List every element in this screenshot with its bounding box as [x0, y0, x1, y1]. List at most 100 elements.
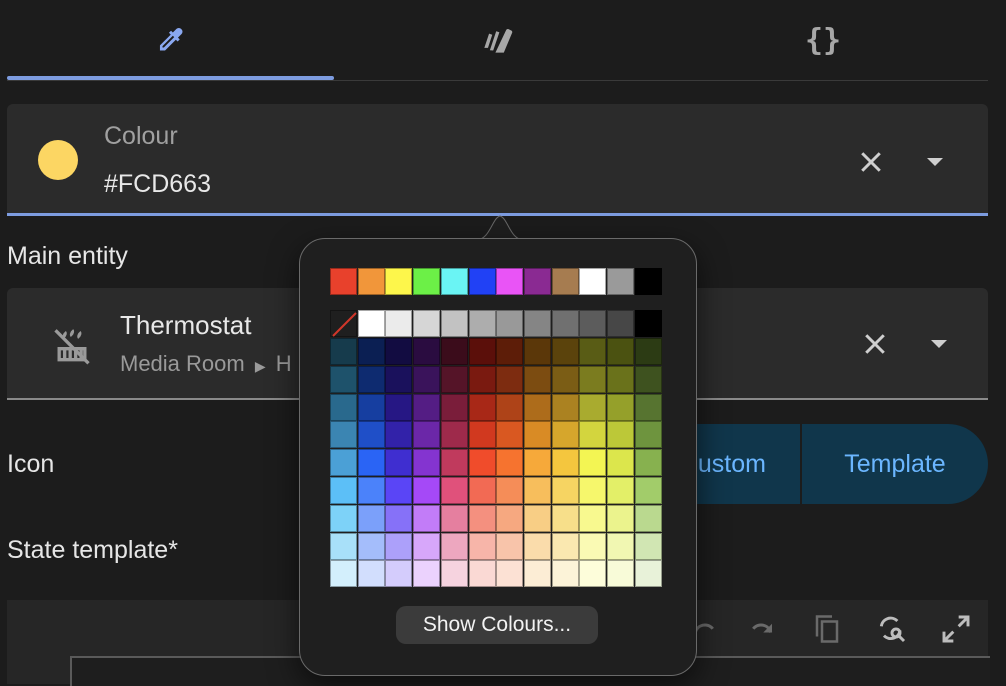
- grid-color-swatch[interactable]: [468, 504, 496, 532]
- grid-color-swatch[interactable]: [523, 393, 551, 421]
- grid-color-swatch[interactable]: [440, 560, 468, 588]
- grid-color-swatch[interactable]: [579, 477, 607, 504]
- grid-color-swatch[interactable]: [330, 338, 357, 365]
- grid-color-swatch[interactable]: [413, 449, 441, 477]
- grid-color-swatch[interactable]: [607, 532, 634, 560]
- grid-color-swatch[interactable]: [413, 393, 441, 421]
- redo-icon[interactable]: [744, 612, 780, 648]
- grid-color-swatch[interactable]: [413, 560, 441, 588]
- grid-color-swatch[interactable]: [357, 560, 385, 588]
- grid-color-swatch[interactable]: [634, 393, 662, 421]
- grid-color-swatch[interactable]: [468, 393, 496, 421]
- grid-color-swatch[interactable]: [579, 421, 607, 449]
- grid-color-swatch[interactable]: [523, 504, 551, 532]
- grid-color-swatch[interactable]: [551, 338, 579, 365]
- grid-color-swatch[interactable]: [551, 504, 579, 532]
- grid-color-swatch[interactable]: [413, 504, 441, 532]
- grid-color-swatch[interactable]: [385, 560, 413, 588]
- grid-color-swatch[interactable]: [413, 532, 441, 560]
- grid-color-swatch[interactable]: [579, 560, 607, 588]
- grid-color-swatch[interactable]: [468, 338, 496, 365]
- grid-color-swatch[interactable]: [468, 449, 496, 477]
- grid-color-swatch[interactable]: [496, 449, 524, 477]
- grid-color-swatch[interactable]: [385, 449, 413, 477]
- gray-color-swatch[interactable]: [551, 310, 579, 337]
- basic-color-swatch[interactable]: [523, 268, 551, 295]
- grid-color-swatch[interactable]: [385, 477, 413, 504]
- grid-color-swatch[interactable]: [607, 560, 634, 588]
- grid-color-swatch[interactable]: [330, 365, 357, 393]
- grid-color-swatch[interactable]: [634, 504, 662, 532]
- grid-color-swatch[interactable]: [413, 365, 441, 393]
- grid-color-swatch[interactable]: [579, 504, 607, 532]
- grid-color-swatch[interactable]: [357, 393, 385, 421]
- grid-color-swatch[interactable]: [468, 560, 496, 588]
- tab-style[interactable]: [334, 0, 660, 80]
- grid-color-swatch[interactable]: [579, 338, 607, 365]
- grid-color-swatch[interactable]: [551, 477, 579, 504]
- grid-color-swatch[interactable]: [634, 477, 662, 504]
- gray-color-swatch[interactable]: [496, 310, 524, 337]
- grid-color-swatch[interactable]: [551, 560, 579, 588]
- grid-color-swatch[interactable]: [551, 421, 579, 449]
- copy-icon[interactable]: [808, 610, 846, 648]
- grid-color-swatch[interactable]: [357, 365, 385, 393]
- grid-color-swatch[interactable]: [551, 532, 579, 560]
- grid-color-swatch[interactable]: [496, 532, 524, 560]
- grid-color-swatch[interactable]: [523, 421, 551, 449]
- grid-color-swatch[interactable]: [385, 365, 413, 393]
- basic-color-swatch[interactable]: [607, 268, 634, 295]
- grid-color-swatch[interactable]: [330, 477, 357, 504]
- grid-color-swatch[interactable]: [468, 421, 496, 449]
- grid-color-swatch[interactable]: [607, 449, 634, 477]
- basic-color-swatch[interactable]: [496, 268, 524, 295]
- grid-color-swatch[interactable]: [440, 449, 468, 477]
- grid-color-swatch[interactable]: [357, 338, 385, 365]
- grid-color-swatch[interactable]: [385, 421, 413, 449]
- grid-color-swatch[interactable]: [496, 365, 524, 393]
- fullscreen-icon[interactable]: [936, 610, 976, 648]
- grid-color-swatch[interactable]: [385, 504, 413, 532]
- grid-color-swatch[interactable]: [551, 365, 579, 393]
- grid-color-swatch[interactable]: [634, 338, 662, 365]
- colour-field[interactable]: Colour #FCD663: [7, 104, 988, 216]
- grid-color-swatch[interactable]: [330, 393, 357, 421]
- grid-color-swatch[interactable]: [468, 365, 496, 393]
- grid-color-swatch[interactable]: [440, 504, 468, 532]
- grid-color-swatch[interactable]: [357, 421, 385, 449]
- grid-color-swatch[interactable]: [357, 504, 385, 532]
- grid-color-swatch[interactable]: [496, 393, 524, 421]
- grid-color-swatch[interactable]: [634, 365, 662, 393]
- grid-color-swatch[interactable]: [385, 393, 413, 421]
- grid-color-swatch[interactable]: [440, 477, 468, 504]
- tab-color-picker[interactable]: [7, 0, 333, 80]
- grid-color-swatch[interactable]: [440, 338, 468, 365]
- grid-color-swatch[interactable]: [496, 477, 524, 504]
- grid-color-swatch[interactable]: [579, 449, 607, 477]
- gray-color-swatch[interactable]: [607, 310, 634, 337]
- search-replace-icon[interactable]: [872, 610, 912, 648]
- grid-color-swatch[interactable]: [523, 449, 551, 477]
- grid-color-swatch[interactable]: [496, 560, 524, 588]
- grid-color-swatch[interactable]: [385, 338, 413, 365]
- grid-color-swatch[interactable]: [413, 477, 441, 504]
- show-colours-button[interactable]: Show Colours...: [396, 606, 598, 644]
- grid-color-swatch[interactable]: [607, 504, 634, 532]
- grid-color-swatch[interactable]: [579, 365, 607, 393]
- grid-color-swatch[interactable]: [607, 365, 634, 393]
- grid-color-swatch[interactable]: [440, 421, 468, 449]
- chevron-down-icon[interactable]: [921, 326, 957, 362]
- grid-color-swatch[interactable]: [523, 532, 551, 560]
- gray-color-swatch[interactable]: [413, 310, 441, 337]
- tab-code[interactable]: {}: [660, 0, 986, 80]
- grid-color-swatch[interactable]: [551, 449, 579, 477]
- grid-color-swatch[interactable]: [413, 338, 441, 365]
- grid-color-swatch[interactable]: [607, 477, 634, 504]
- grid-color-swatch[interactable]: [330, 504, 357, 532]
- basic-color-swatch[interactable]: [468, 268, 496, 295]
- grid-color-swatch[interactable]: [579, 393, 607, 421]
- grid-color-swatch[interactable]: [523, 365, 551, 393]
- grid-color-swatch[interactable]: [634, 532, 662, 560]
- grid-color-swatch[interactable]: [357, 449, 385, 477]
- grid-color-swatch[interactable]: [357, 532, 385, 560]
